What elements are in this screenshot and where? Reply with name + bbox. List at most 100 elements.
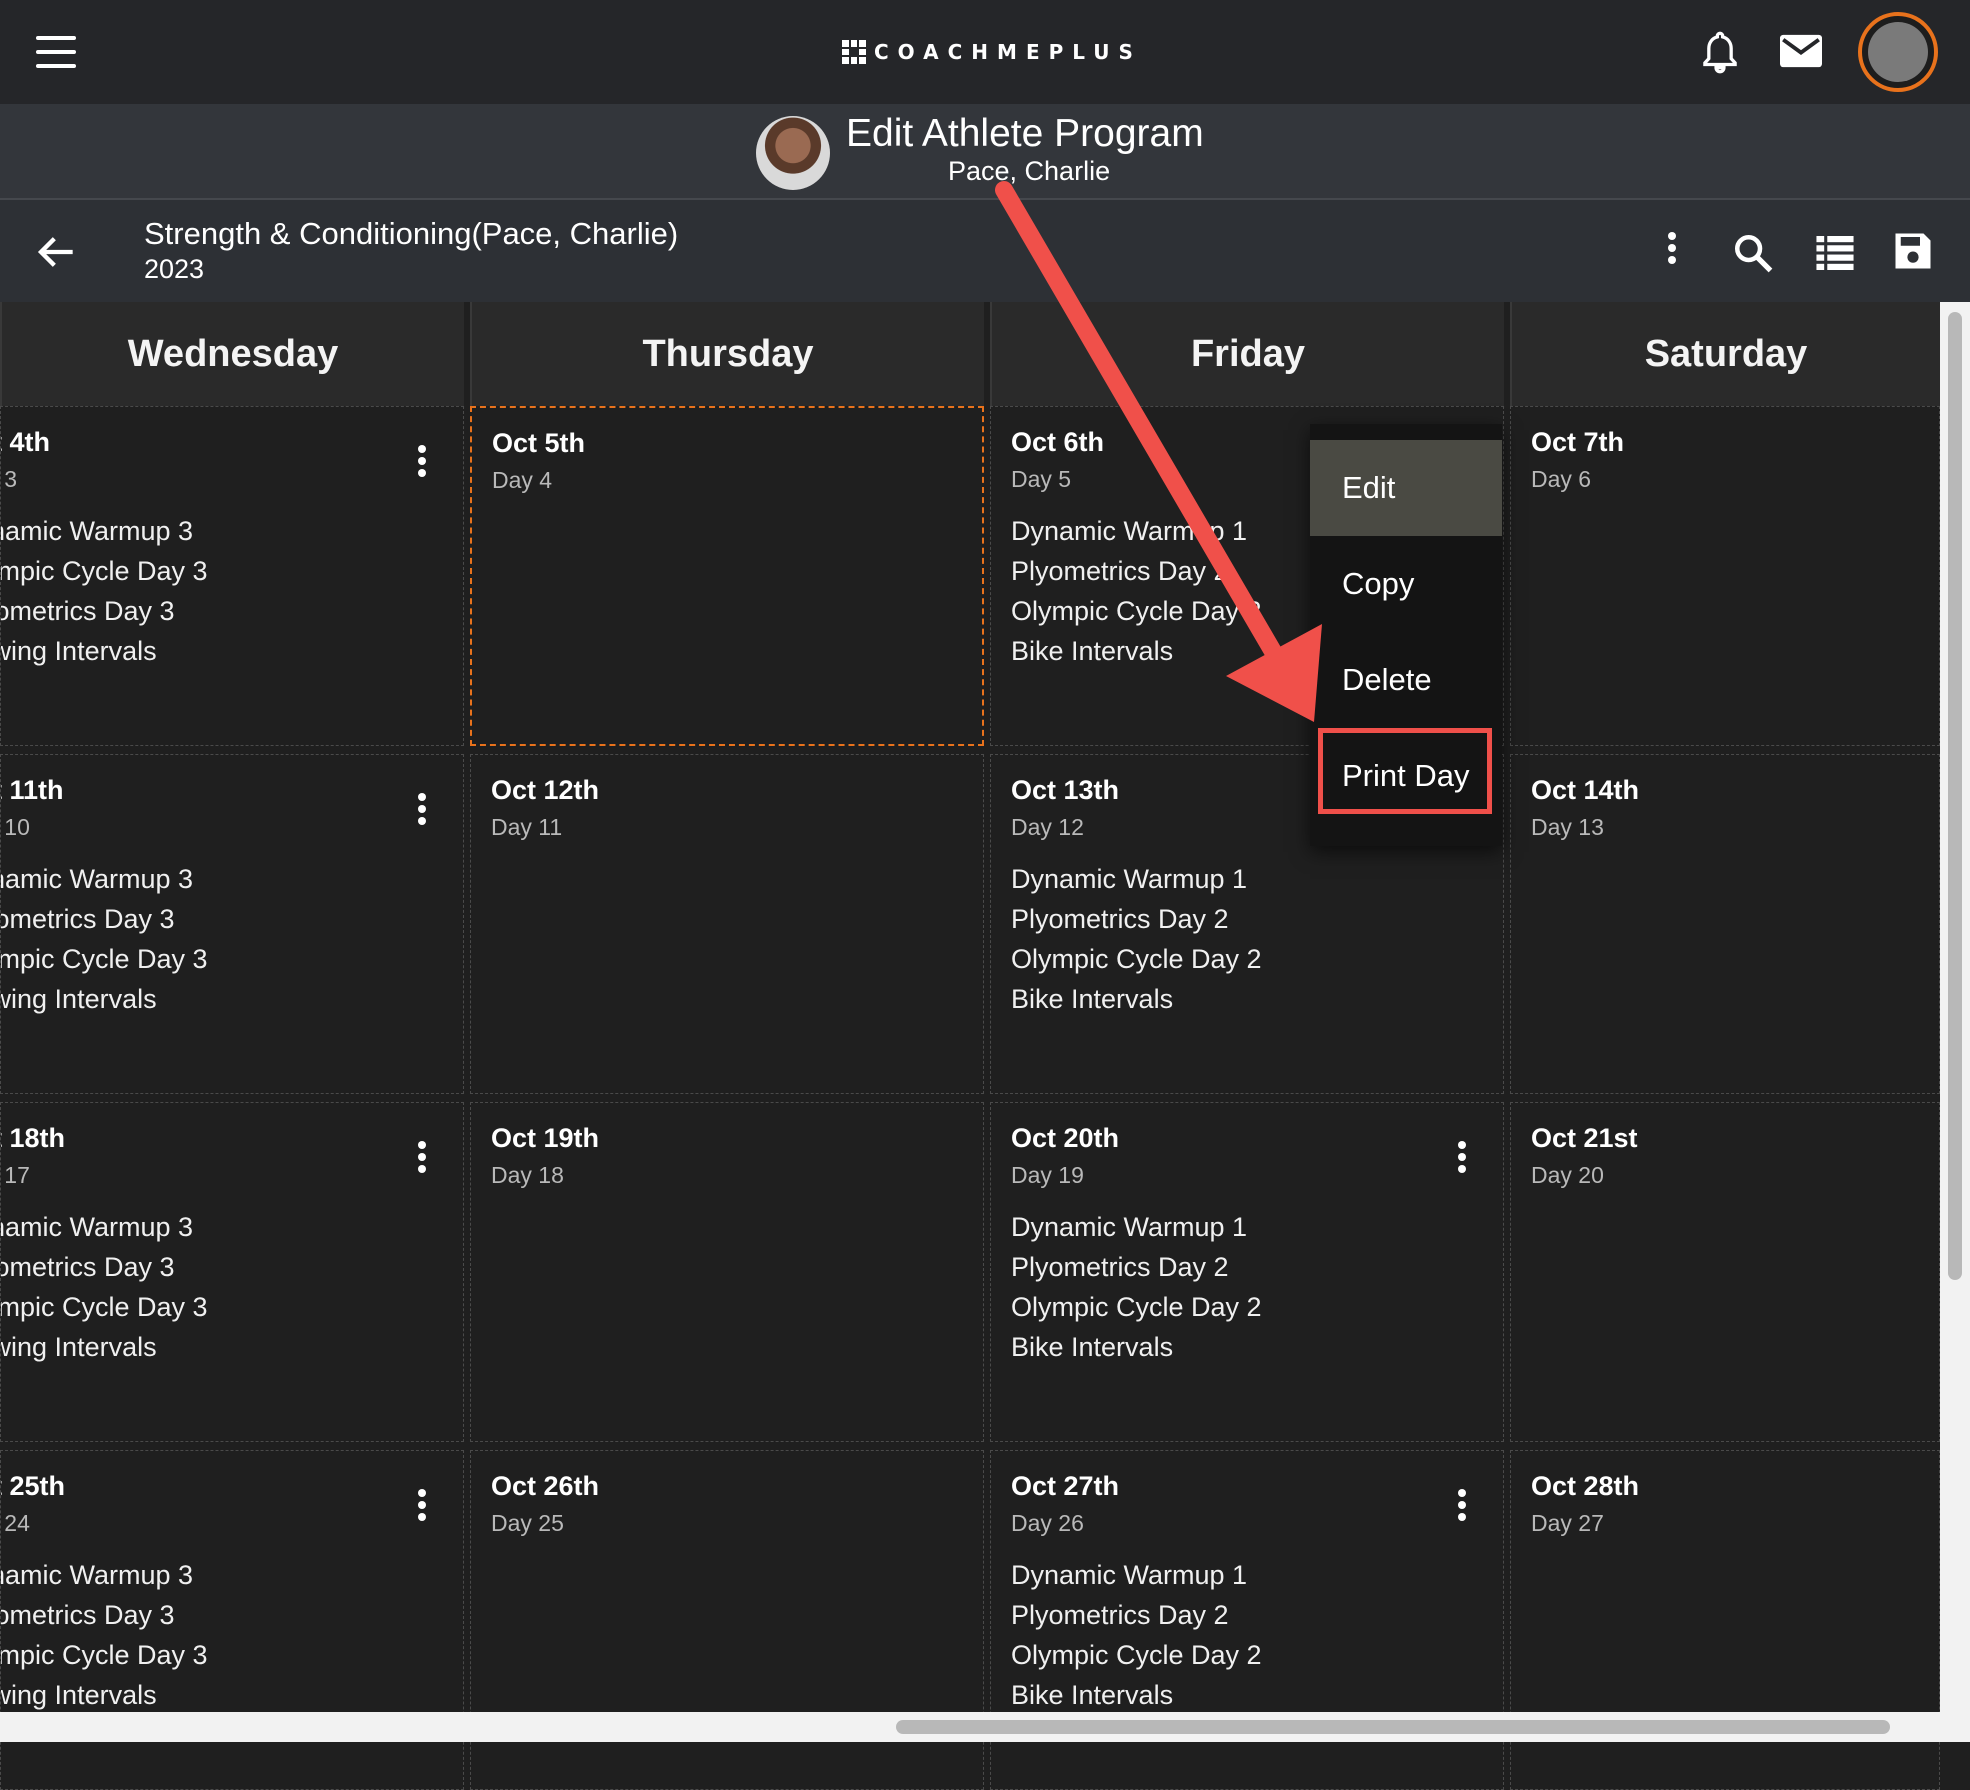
day-date: Oct 4th — [1, 427, 51, 457]
day-cell[interactable]: Oct 5th Day 4 — [470, 406, 984, 746]
menu-item-delete[interactable]: Delete — [1310, 632, 1502, 728]
workout-item[interactable]: Plyometrics Day 2 — [1011, 551, 1262, 591]
user-avatar[interactable] — [1858, 12, 1938, 92]
bell-icon[interactable] — [1700, 30, 1740, 76]
day-date: Oct 7th — [1531, 427, 1625, 457]
more-vertical-icon[interactable] — [417, 793, 427, 827]
column-header-wednesday: Wednesday — [0, 302, 464, 406]
workout-item[interactable]: Dynamic Warmup 3 — [1, 859, 208, 899]
day-cell[interactable]: Oct 20th Day 19 Dynamic Warmup 1 Plyometric… — [990, 1102, 1504, 1442]
athlete-avatar — [756, 116, 830, 190]
workout-item[interactable]: Dynamic Warmup 3 — [1, 511, 208, 551]
menu-item-copy[interactable]: Copy — [1310, 536, 1502, 632]
day-date: Oct 5th — [492, 428, 586, 458]
workout-item[interactable]: Rowing Intervals — [1, 1327, 208, 1367]
day-date: Oct 27th — [1011, 1471, 1120, 1501]
day-number: Day 24 — [1, 1510, 30, 1536]
workout-item[interactable]: Plyometrics Day 3 — [1, 899, 208, 939]
day-date: Oct 20th — [1011, 1123, 1120, 1153]
day-date: Oct 12th — [491, 775, 600, 805]
more-vertical-icon[interactable] — [417, 445, 427, 479]
page-title: Edit Athlete Program — [846, 112, 1204, 155]
workout-item[interactable]: Olympic Cycle Day 3 — [1, 1287, 208, 1327]
day-cell[interactable]: Oct 18th Day 17 Dynamic Warmup 3Plyometric… — [0, 1102, 464, 1442]
workout-item[interactable]: Dynamic Warmup 1 — [1011, 1555, 1262, 1595]
day-cell[interactable]: Oct 11th Day 10 Dynamic Warmup 3Plyometric… — [0, 754, 464, 1094]
day-cell[interactable]: Oct 12th Day 11 — [470, 754, 984, 1094]
workout-item[interactable]: Bike Intervals — [1011, 1675, 1262, 1715]
brand-name: COACHMEPLUS — [874, 40, 1142, 64]
workout-item[interactable]: Plyometrics Day 3 — [1, 591, 208, 631]
more-vertical-icon[interactable] — [417, 1489, 427, 1523]
day-date: Oct 25th — [1, 1471, 66, 1501]
workout-item[interactable]: Dynamic Warmup 3 — [1, 1555, 208, 1595]
workout-item[interactable]: Olympic Cycle Day 2 — [1011, 591, 1262, 631]
day-cell[interactable]: Oct 21st Day 20 — [1510, 1102, 1940, 1442]
more-vertical-icon[interactable] — [417, 1141, 427, 1175]
day-number: Day 4 — [492, 467, 553, 493]
workout-item[interactable]: Olympic Cycle Day 2 — [1011, 939, 1262, 979]
workout-item[interactable]: Dynamic Warmup 3 — [1, 1207, 208, 1247]
workout-item[interactable]: Plyometrics Day 3 — [1, 1247, 208, 1287]
workout-item[interactable]: Dynamic Warmup 1 — [1011, 511, 1262, 551]
app-logo: COACHMEPLUS — [842, 36, 1142, 68]
day-number: Day 19 — [1011, 1162, 1084, 1188]
day-number: Day 17 — [1, 1162, 30, 1188]
workout-item[interactable]: Plyometrics Day 2 — [1011, 899, 1262, 939]
column-header-saturday: Saturday — [1510, 302, 1940, 406]
save-icon[interactable] — [1892, 230, 1934, 272]
day-date: Oct 21st — [1531, 1123, 1638, 1153]
day-cell[interactable]: Oct 4th Day 3 Dynamic Warmup 3Olympic Cycl… — [0, 406, 464, 746]
menu-item-edit[interactable]: Edit — [1310, 440, 1502, 536]
horizontal-scroll-thumb[interactable] — [896, 1720, 1890, 1734]
day-date: Oct 14th — [1531, 775, 1640, 805]
workout-item[interactable]: Plyometrics Day 2 — [1011, 1595, 1262, 1635]
workout-item[interactable]: Bike Intervals — [1011, 631, 1262, 671]
workout-item[interactable]: Olympic Cycle Day 3 — [1, 1635, 208, 1675]
day-cell[interactable]: Oct 14th Day 13 — [1510, 754, 1940, 1094]
day-date: Oct 18th — [1, 1123, 66, 1153]
day-number: Day 25 — [491, 1510, 564, 1536]
column-header-friday: Friday — [990, 302, 1504, 406]
workout-item[interactable]: Olympic Cycle Day 2 — [1011, 1635, 1262, 1675]
workout-item[interactable]: Olympic Cycle Day 2 — [1011, 1287, 1262, 1327]
workout-item[interactable]: Dynamic Warmup 1 — [1011, 1207, 1262, 1247]
workout-item[interactable]: Rowing Intervals — [1, 631, 208, 671]
day-number: Day 6 — [1531, 466, 1592, 492]
day-date: Oct 26th — [491, 1471, 600, 1501]
mail-icon[interactable] — [1780, 34, 1822, 68]
day-number: Day 12 — [1011, 814, 1084, 840]
program-year: 2023 — [144, 254, 205, 284]
hamburger-icon[interactable] — [36, 36, 76, 68]
vertical-scroll-thumb[interactable] — [1948, 312, 1962, 1280]
day-date: Oct 6th — [1011, 427, 1105, 457]
athlete-name: Pace, Charlie — [948, 156, 1111, 186]
arrow-left-icon[interactable] — [36, 232, 76, 272]
day-number: Day 3 — [1, 466, 18, 492]
day-number: Day 20 — [1531, 1162, 1604, 1188]
day-date: Oct 19th — [491, 1123, 600, 1153]
search-icon[interactable] — [1732, 232, 1774, 274]
workout-item[interactable]: Rowing Intervals — [1, 1675, 208, 1715]
day-number: Day 13 — [1531, 814, 1604, 840]
day-date: Oct 13th — [1011, 775, 1120, 805]
more-vertical-icon[interactable] — [1457, 1141, 1467, 1175]
workout-item[interactable]: Bike Intervals — [1011, 979, 1262, 1019]
more-vertical-icon[interactable] — [1660, 232, 1684, 272]
workout-item[interactable]: Dynamic Warmup 1 — [1011, 859, 1262, 899]
day-cell[interactable]: Oct 19th Day 18 — [470, 1102, 984, 1442]
workout-item[interactable]: Bike Intervals — [1011, 1327, 1262, 1367]
workout-item[interactable]: Plyometrics Day 3 — [1, 1595, 208, 1635]
day-cell[interactable]: Oct 7th Day 6 — [1510, 406, 1940, 746]
workout-item[interactable]: Plyometrics Day 2 — [1011, 1247, 1262, 1287]
more-vertical-icon[interactable] — [1457, 1489, 1467, 1523]
workout-item[interactable]: Olympic Cycle Day 3 — [1, 939, 208, 979]
day-number: Day 5 — [1011, 466, 1072, 492]
list-icon[interactable] — [1816, 236, 1854, 270]
column-header-thursday: Thursday — [470, 302, 984, 406]
day-date: Oct 28th — [1531, 1471, 1640, 1501]
program-title: Strength & Conditioning(Pace, Charlie) — [144, 216, 679, 251]
workout-item[interactable]: Rowing Intervals — [1, 979, 208, 1019]
workout-item[interactable]: Olympic Cycle Day 3 — [1, 551, 208, 591]
day-number: Day 26 — [1011, 1510, 1084, 1536]
